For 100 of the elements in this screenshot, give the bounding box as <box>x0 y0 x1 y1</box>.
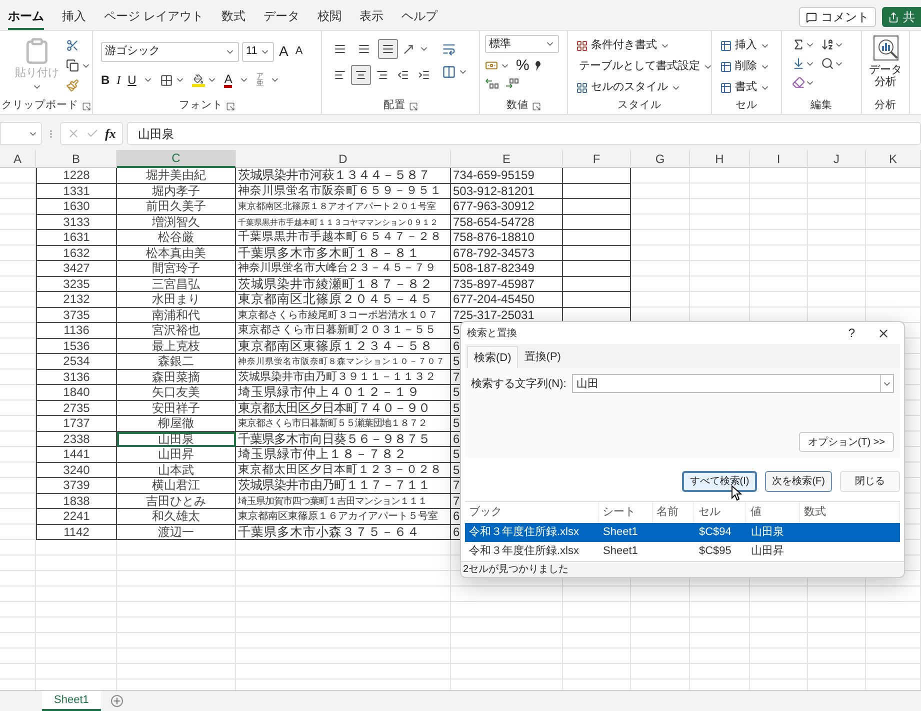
ribbon-tab[interactable]: 挿入 <box>62 4 86 30</box>
decimal-increase-icon[interactable] <box>485 78 499 89</box>
formula-field[interactable]: 山田泉 <box>126 122 921 145</box>
close-icon[interactable] <box>877 326 890 340</box>
table-cell: 1228 <box>36 168 117 184</box>
add-sheet-icon[interactable] <box>110 695 123 707</box>
sort-icon[interactable] <box>821 38 834 51</box>
grid-icon <box>576 82 588 94</box>
font-name-select[interactable]: 游ゴシック <box>101 42 239 62</box>
fill-down-icon[interactable] <box>792 57 805 70</box>
insert-function-button[interactable]: fx <box>105 124 116 144</box>
table-cell: 柳屋徹 <box>117 416 236 432</box>
eraser-icon[interactable] <box>792 76 805 89</box>
style-menu-button[interactable]: テーブルとして書式設定 <box>576 58 711 75</box>
dialog-launcher-icon[interactable] <box>532 102 540 110</box>
horizontal-align-button[interactable] <box>351 65 371 85</box>
table-cell: 508-187-82349 <box>451 261 563 276</box>
currency-icon[interactable] <box>485 59 498 72</box>
dialog-launcher-icon[interactable] <box>226 102 235 110</box>
percent-button[interactable]: % <box>516 58 530 73</box>
data-analysis-button[interactable]: データ 分析 <box>862 31 909 98</box>
cells-menu-button[interactable]: 削除 <box>720 58 781 75</box>
result-cell-text: $C$95 <box>698 544 732 560</box>
diagonal-arrow-icon[interactable] <box>402 42 415 56</box>
bold-button[interactable]: B <box>101 71 110 89</box>
table-cell: 1631 <box>36 230 117 246</box>
column-header[interactable]: I <box>750 150 808 168</box>
column-header[interactable]: H <box>690 150 750 168</box>
ribbon-tab[interactable]: データ <box>263 4 300 30</box>
dialog-button[interactable]: 次を検索(F) <box>765 471 832 492</box>
ribbon-tab[interactable]: ヘルプ <box>401 4 438 30</box>
column-header[interactable]: K <box>866 150 921 168</box>
table-cell: 2241 <box>36 509 117 524</box>
ribbon-tab[interactable]: 表示 <box>359 4 384 30</box>
style-menu-button[interactable]: 条件付き書式 <box>576 37 711 54</box>
options-button[interactable]: オプション(T) >> <box>798 432 894 452</box>
table-icon <box>720 40 732 52</box>
comma-icon[interactable] <box>535 60 542 70</box>
dialog-launcher-icon[interactable] <box>408 102 418 110</box>
table-cell: 東京都太田区夕日本町１２３－０２８ <box>236 462 451 478</box>
copy-icon[interactable] <box>66 59 79 72</box>
table-cell: 1632 <box>36 246 117 261</box>
dialog-button[interactable]: 閉じる <box>840 471 900 492</box>
underline-button[interactable]: U <box>128 71 136 89</box>
decimal-decrease-icon[interactable] <box>505 78 519 89</box>
table-cell <box>563 261 631 276</box>
ribbon-tab[interactable]: ページ レイアウト <box>104 4 204 30</box>
table-cell: 茨城県染井市由乃町１１７－７１１ <box>236 478 451 494</box>
number-format-select[interactable]: 標準 <box>485 35 559 53</box>
help-button[interactable]: ? <box>848 324 855 342</box>
table-cell: 1838 <box>36 494 117 509</box>
comment-button[interactable]: コメント <box>799 7 876 27</box>
dialog-tab[interactable]: 検索(D) <box>467 346 518 368</box>
grow-font-button[interactable]: A <box>277 41 290 62</box>
merge-cells-icon[interactable] <box>442 65 456 79</box>
table-cell: 1441 <box>36 447 117 462</box>
cells-menu-button[interactable]: 挿入 <box>720 37 781 54</box>
ribbon-tab[interactable]: 数式 <box>221 4 246 30</box>
find-what-field[interactable]: 山田 <box>572 374 894 394</box>
group-label: 編集 <box>810 98 832 114</box>
scissors-icon[interactable] <box>66 39 79 52</box>
italic-button[interactable]: I <box>116 71 121 89</box>
vertical-align-button[interactable] <box>378 39 398 59</box>
share-button[interactable]: 共 <box>882 7 921 27</box>
column-header[interactable]: C <box>117 150 236 168</box>
style-menu-button[interactable]: セルのスタイル <box>576 79 711 96</box>
table-cell: 503-912-81201 <box>451 184 563 199</box>
search-icon[interactable] <box>821 57 834 70</box>
table-cell: 東京都南区東篠原１６アカイアパート５号室 <box>236 509 451 524</box>
table-cell: 森銀二 <box>117 354 236 370</box>
shrink-font-button[interactable]: A <box>293 43 305 60</box>
result-row[interactable]: 令和３年度住所録.xlsx Sheet1 $C$94 山田泉 <box>465 523 900 542</box>
lines-icon <box>382 43 394 55</box>
dialog-launcher-icon[interactable] <box>82 102 90 110</box>
result-cell-text: 令和３年度住所録.xlsx <box>468 544 580 560</box>
dialog-button[interactable]: すべて検索(I) <box>682 471 758 492</box>
table-cell: 東京都太田区夕日本町７４０－９０ <box>236 400 451 416</box>
cells-menu-button[interactable]: 書式 <box>720 79 781 96</box>
sheet-tab[interactable]: Sheet1 <box>42 691 101 711</box>
border-icon[interactable] <box>160 74 174 86</box>
column-header[interactable]: J <box>808 150 866 168</box>
fill-color-icon[interactable] <box>192 74 206 86</box>
lines-icon <box>418 69 430 81</box>
table-cell: 758-876-18810 <box>451 230 563 246</box>
column-header[interactable]: G <box>631 150 690 168</box>
wrap-text-icon[interactable] <box>442 42 456 56</box>
table-cell: 東京都南区東篠原１２３４－５８ <box>236 338 451 354</box>
lines-icon <box>355 69 367 81</box>
result-row[interactable]: 令和３年度住所録.xlsx Sheet1 $C$95 山田昇 <box>465 542 900 561</box>
paintbrush-icon[interactable] <box>66 79 79 92</box>
table-icon <box>720 60 732 72</box>
sum-icon[interactable] <box>792 38 805 51</box>
group-label: クリップボード <box>2 98 78 114</box>
font-color-button[interactable]: A <box>224 72 232 88</box>
table-cell: 3235 <box>36 276 117 292</box>
font-size-select[interactable]: 11 <box>242 42 274 62</box>
chart-magnifier-icon <box>872 35 898 61</box>
column-header[interactable]: A <box>0 150 36 168</box>
ribbon-tab[interactable]: 校閲 <box>317 4 342 30</box>
table-cell: 森田菜摘 <box>117 370 236 385</box>
